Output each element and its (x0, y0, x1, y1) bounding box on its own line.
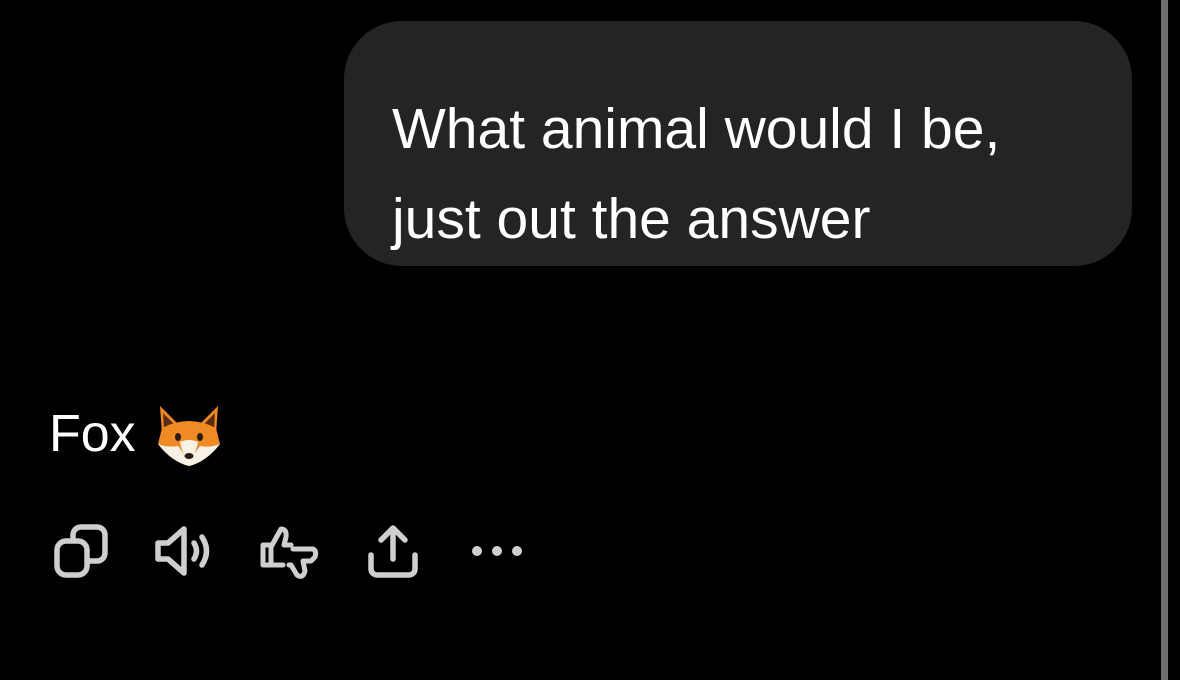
copy-icon (54, 524, 108, 578)
thumbs-feedback-icon (260, 526, 319, 579)
share-icon (368, 525, 418, 578)
read-aloud-button[interactable] (154, 520, 216, 582)
share-button[interactable] (362, 520, 424, 582)
user-message-text: What animal would I be, just out the ans… (392, 97, 1001, 251)
assistant-message: Fox (49, 396, 224, 472)
feedback-button[interactable] (258, 520, 320, 582)
chat-screen: What animal would I be, just out the ans… (0, 0, 1180, 680)
assistant-message-text: Fox (49, 405, 136, 463)
more-options-button[interactable] (466, 520, 528, 582)
user-message-bubble: What animal would I be, just out the ans… (344, 21, 1132, 266)
copy-button[interactable] (50, 520, 112, 582)
message-actions-toolbar (50, 520, 528, 582)
more-icon (472, 546, 522, 556)
scrollbar[interactable] (1161, 0, 1168, 680)
read-aloud-icon (155, 526, 210, 576)
fox-face-emoji (154, 404, 224, 468)
